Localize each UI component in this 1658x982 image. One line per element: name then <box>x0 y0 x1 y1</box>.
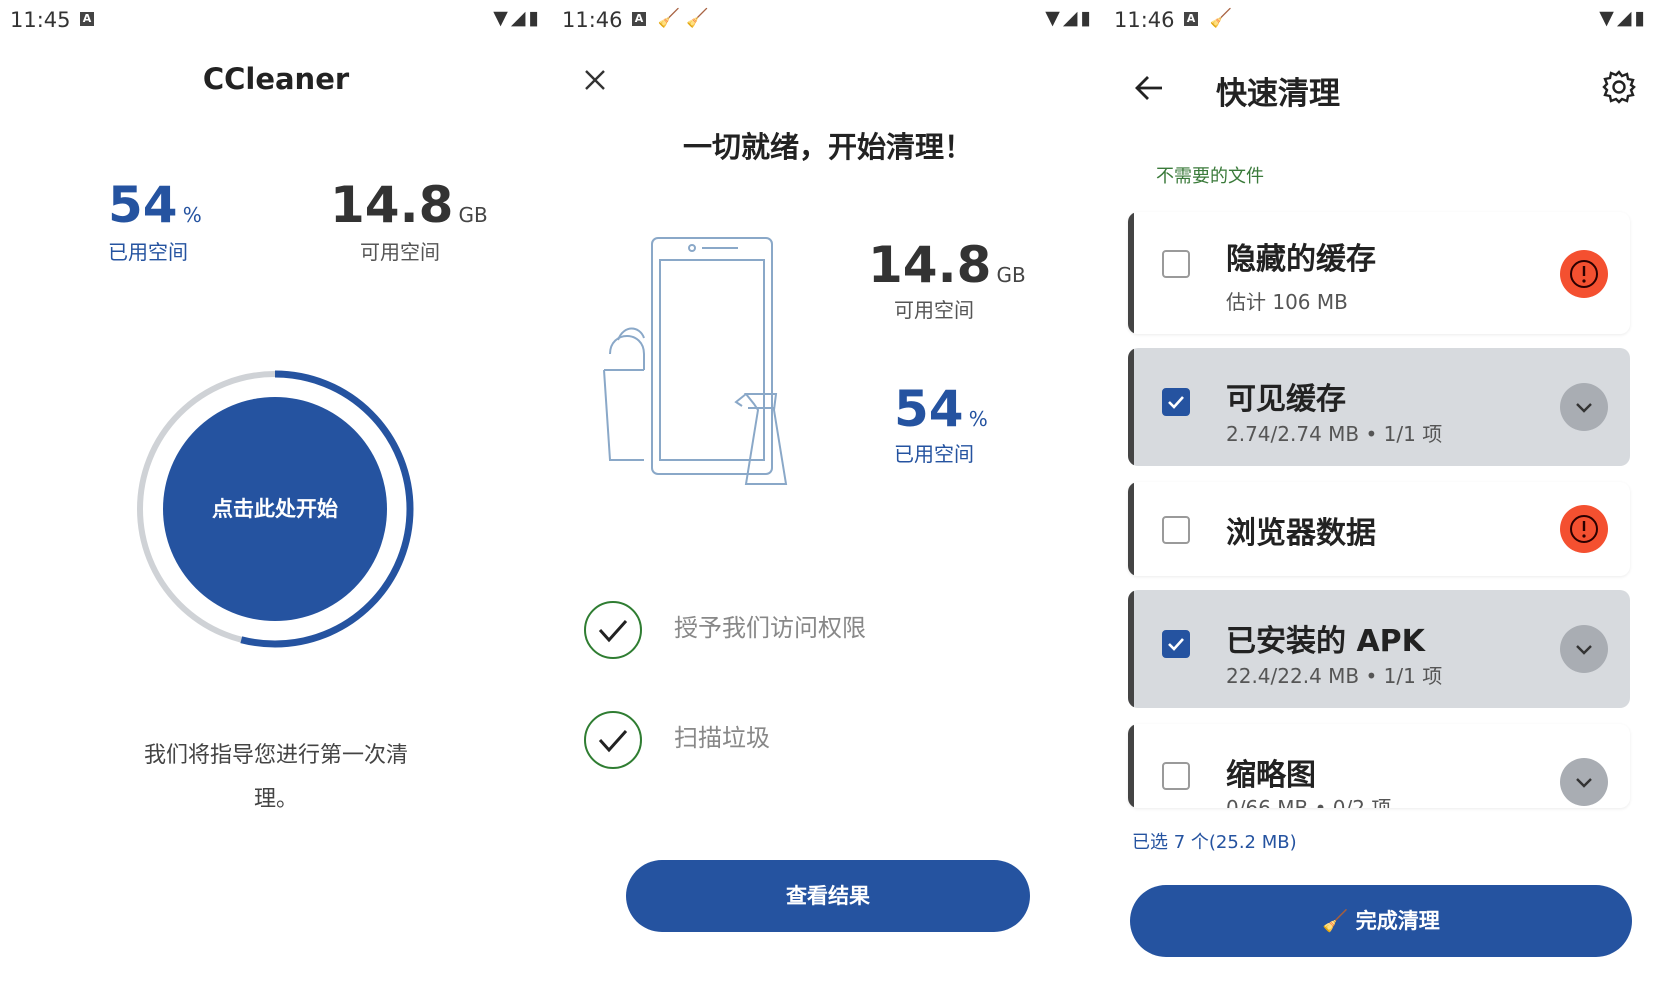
app-notification-icon: A <box>1184 12 1198 26</box>
wifi-icon: ▼ <box>493 7 511 29</box>
start-button[interactable]: 点击此处开始 <box>163 397 387 621</box>
ready-heading: 一切就绪，开始清理！ <box>682 130 973 164</box>
guide-text-line2: 理。 <box>253 787 298 812</box>
free-unit: GB <box>458 203 488 227</box>
status-time: 11:46 <box>562 8 623 32</box>
status-right-icons: ▼◢▮ <box>1599 7 1648 29</box>
status-time: 11:46 <box>1114 8 1175 32</box>
guide-text-line1: 我们将指导您进行第一次清 <box>143 743 408 768</box>
step-label-scan: 扫描垃圾 <box>674 724 770 752</box>
wifi-icon: ▼ <box>1599 7 1617 29</box>
status-bar: 11:45 A ▼◢▮ <box>0 0 552 40</box>
broom-icon: 🧹 <box>1322 909 1349 933</box>
item-checkbox[interactable] <box>1162 630 1190 658</box>
card-accent-bar <box>1128 590 1134 708</box>
list-item-visible-cache[interactable]: 可见缓存 2.74/2.74 MB • 1/1 项 <box>1128 348 1630 466</box>
battery-icon: ▮ <box>1080 7 1094 29</box>
close-icon[interactable] <box>583 68 607 92</box>
item-checkbox[interactable] <box>1162 516 1190 544</box>
wifi-icon: ▼ <box>1045 7 1063 29</box>
check-icon <box>598 729 628 753</box>
used-space-stat: 54 % <box>894 380 988 438</box>
list-item-thumbnails[interactable]: 缩略图 0/66 MB • 0/2 项 <box>1128 724 1630 808</box>
step-done-badge <box>584 711 642 769</box>
status-time: 11:45 <box>10 8 71 32</box>
card-accent-bar <box>1128 724 1134 808</box>
free-space-stat: 14.8 GB <box>868 236 1026 294</box>
check-icon <box>1168 638 1184 651</box>
free-label: 可用空间 <box>360 240 440 264</box>
app-notification-icon: A <box>80 12 94 26</box>
chevron-down-icon[interactable] <box>1560 758 1608 806</box>
item-checkbox[interactable] <box>1162 762 1190 790</box>
screen-title: 快速清理 <box>1216 76 1340 112</box>
section-label: 不需要的文件 <box>1156 166 1264 187</box>
status-right-icons: ▼◢▮ <box>1045 7 1094 29</box>
signal-icon: ◢ <box>1062 7 1081 29</box>
used-label: 已用空间 <box>894 442 974 466</box>
broom-icon: 🧹 <box>1209 8 1239 29</box>
item-title: 已安装的 APK <box>1226 624 1425 659</box>
item-title: 隐藏的缓存 <box>1226 242 1376 277</box>
warning-icon[interactable] <box>1560 250 1608 298</box>
item-checkbox[interactable] <box>1162 250 1190 278</box>
step-done-badge <box>584 601 642 659</box>
free-label: 可用空间 <box>894 298 974 322</box>
battery-icon: ▮ <box>1634 7 1648 29</box>
battery-icon: ▮ <box>528 7 542 29</box>
signal-icon: ◢ <box>510 7 529 29</box>
chevron-down-icon[interactable] <box>1560 383 1608 431</box>
item-subtitle: 0/66 MB • 0/2 项 <box>1226 796 1392 808</box>
finish-cleaning-button[interactable]: 🧹 完成清理 <box>1130 885 1632 957</box>
status-bar: 11:46 A 🧹 ▼◢▮ <box>1104 0 1658 40</box>
card-accent-bar <box>1128 212 1134 334</box>
item-title: 浏览器数据 <box>1226 516 1376 551</box>
notification-icons: A 🧹🧹 <box>632 8 715 29</box>
status-right-icons: ▼◢▮ <box>493 7 542 29</box>
item-subtitle: 22.4/22.4 MB • 1/1 项 <box>1226 664 1443 688</box>
back-arrow-icon[interactable] <box>1134 74 1164 102</box>
list-item-hidden-cache[interactable]: 隐藏的缓存 估计 106 MB <box>1128 212 1630 334</box>
item-title: 可见缓存 <box>1226 382 1346 417</box>
broom-icon: 🧹 <box>657 8 687 29</box>
gear-icon[interactable] <box>1602 70 1636 104</box>
home-screen: 11:45 A ▼◢▮ CCleaner 54 % 已用空间 14.8 GB 可… <box>0 0 552 982</box>
free-value: 14.8 <box>330 176 454 234</box>
card-accent-bar <box>1128 482 1134 576</box>
used-value: 54 <box>894 380 964 438</box>
used-unit: % <box>968 407 988 431</box>
step-label-access: 授予我们访问权限 <box>674 614 866 642</box>
used-label: 已用空间 <box>108 240 188 264</box>
broom-icon: 🧹 <box>686 8 715 29</box>
signal-icon: ◢ <box>1616 7 1635 29</box>
item-title: 缩略图 <box>1226 758 1316 793</box>
app-title: CCleaner <box>202 62 350 96</box>
chevron-down-icon[interactable] <box>1560 625 1608 673</box>
view-results-button[interactable]: 查看结果 <box>626 860 1030 932</box>
item-subtitle: 2.74/2.74 MB • 1/1 项 <box>1226 422 1443 446</box>
free-value: 14.8 <box>868 236 992 294</box>
check-icon <box>598 619 628 643</box>
free-unit: GB <box>996 263 1026 287</box>
ready-screen: 11:46 A 🧹🧹 ▼◢▮ 一切就绪，开始清理！ 14.8 GB 可用空间 5… <box>552 0 1104 982</box>
list-item-installed-apk[interactable]: 已安装的 APK 22.4/22.4 MB • 1/1 项 <box>1128 590 1630 708</box>
guide-text: 我们将指导您进行第一次清 理。 <box>0 734 552 822</box>
warning-icon[interactable] <box>1560 505 1608 553</box>
app-notification-icon: A <box>632 12 646 26</box>
used-unit: % <box>182 203 202 227</box>
notification-icons: A <box>80 8 94 29</box>
notification-icons: A 🧹 <box>1184 8 1238 29</box>
card-accent-bar <box>1128 348 1134 466</box>
item-subtitle: 估计 106 MB <box>1226 290 1348 314</box>
free-space-stat: 14.8 GB <box>330 176 488 234</box>
used-space-stat: 54 % <box>108 176 202 234</box>
finish-cleaning-label: 完成清理 <box>1355 909 1440 933</box>
used-value: 54 <box>108 176 178 234</box>
phone-cleaning-illustration <box>603 237 788 485</box>
list-item-browser-data[interactable]: 浏览器数据 <box>1128 482 1630 576</box>
check-icon <box>1168 396 1184 409</box>
status-bar: 11:46 A 🧹🧹 ▼◢▮ <box>552 0 1104 40</box>
item-checkbox[interactable] <box>1162 388 1190 416</box>
selected-summary: 已选 7 个(25.2 MB) <box>1132 832 1297 853</box>
